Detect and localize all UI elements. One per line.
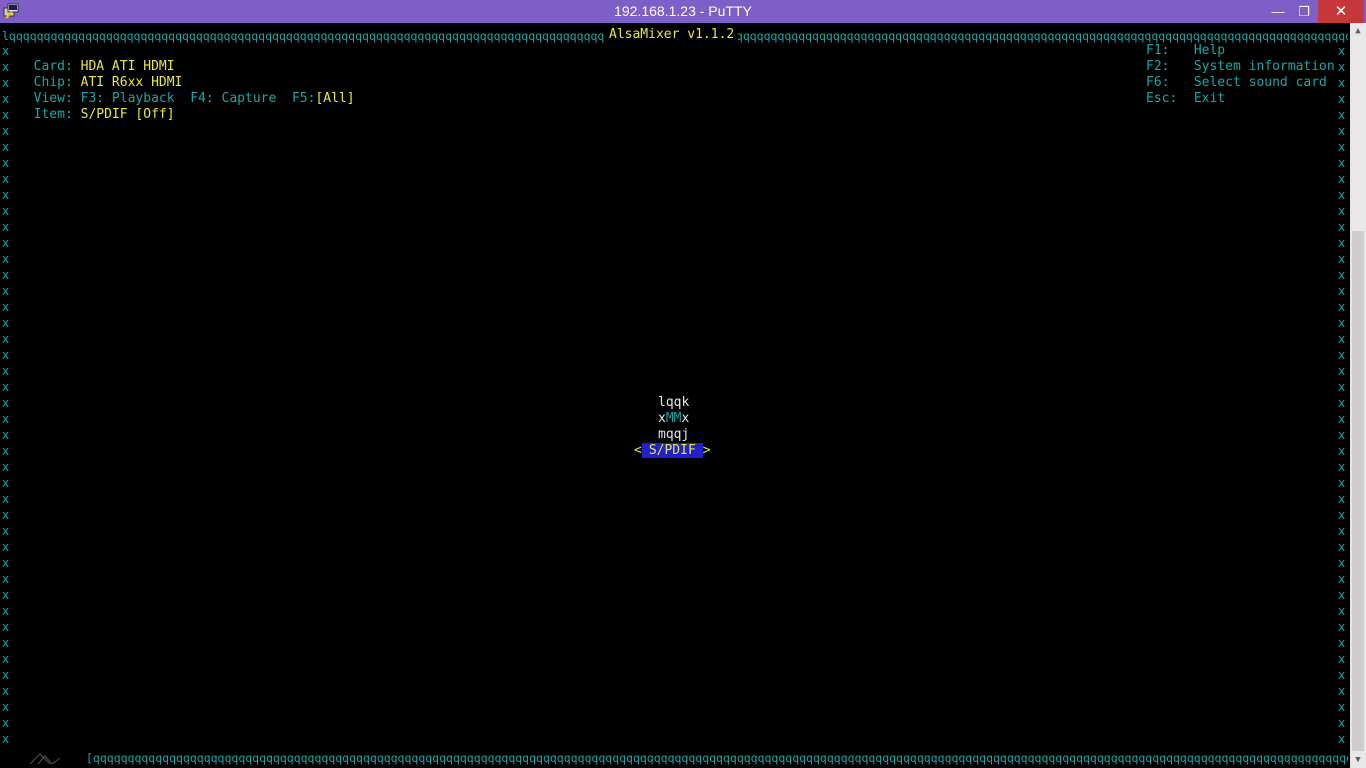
mixer-left-border: x x x x x x x x x x x x x x x x x x x x … <box>2 44 10 746</box>
help-text: Exit <box>1193 91 1226 106</box>
item-value: S/PDIF [Off] <box>80 107 175 122</box>
control-right-arrow: > <box>702 443 711 458</box>
minimize-button[interactable]: — <box>1264 0 1292 23</box>
control-right-edge: x <box>681 411 690 426</box>
control-bottom-border: mqqj <box>658 427 690 442</box>
close-button[interactable]: ✕ <box>1318 0 1364 23</box>
help-key: F1: <box>1146 43 1170 58</box>
mixer-title: AlsaMixer v1.1.2 <box>605 27 739 43</box>
view-capture[interactable]: F4: Capture <box>190 91 276 106</box>
control-name[interactable]: < S/PDIF > <box>634 443 711 459</box>
vertical-scrollbar[interactable]: ▲ ▼ <box>1350 23 1366 768</box>
item-label: Item: <box>33 107 73 122</box>
scrollbar-thumb[interactable] <box>1352 231 1364 751</box>
window-title: 192.168.1.23 - PuTTY <box>614 3 752 19</box>
mixer-bottom-border: [qqqqqqqqqqqqqqqqqqqqqqqqqqqqqqqqqqqqqqq… <box>86 751 1348 765</box>
control-left-edge: x <box>658 411 666 426</box>
control-name-label[interactable]: S/PDIF <box>641 443 703 458</box>
view-all-value[interactable]: [All] <box>315 91 354 106</box>
help-key: F6: <box>1146 75 1170 90</box>
card-info: Card: HDA ATI HDMI <box>18 43 175 74</box>
help-text: System information <box>1193 59 1335 74</box>
restore-button[interactable]: ❐ <box>1290 0 1318 23</box>
control-mute-switch[interactable]: xMMx <box>658 411 689 427</box>
mute-indicator[interactable]: MM <box>666 411 682 426</box>
help-f6[interactable]: F6: Select sound card <box>1146 75 1327 91</box>
control-left-arrow: < <box>634 443 642 458</box>
mixer-right-border: x x x x x x x x x x x x x x x x x x x x … <box>1338 44 1346 746</box>
help-text: Select sound card <box>1193 75 1327 90</box>
scroll-down-icon[interactable]: ▼ <box>1350 752 1366 768</box>
item-info: Item: S/PDIF [Off] <box>18 91 175 122</box>
help-f2[interactable]: F2: System information <box>1146 59 1335 75</box>
help-f1[interactable]: F1: Help <box>1146 43 1225 59</box>
chip-info: Chip: ATI R6xx HDMI <box>18 59 183 90</box>
window-titlebar: 192.168.1.23 - PuTTY — ❐ ✕ <box>0 0 1366 23</box>
scroll-indicator-icon <box>30 753 60 764</box>
view-all-key[interactable]: F5: <box>292 91 315 106</box>
help-esc[interactable]: Esc: Exit <box>1146 91 1225 107</box>
scroll-up-icon[interactable]: ▲ <box>1350 23 1366 39</box>
view-info: View: F3: Playback F4: Capture F5:[All] <box>18 75 355 106</box>
help-text: Help <box>1193 43 1226 58</box>
help-key: Esc: <box>1146 91 1178 106</box>
control-top-border: lqqk <box>658 395 690 410</box>
help-key: F2: <box>1146 59 1170 74</box>
